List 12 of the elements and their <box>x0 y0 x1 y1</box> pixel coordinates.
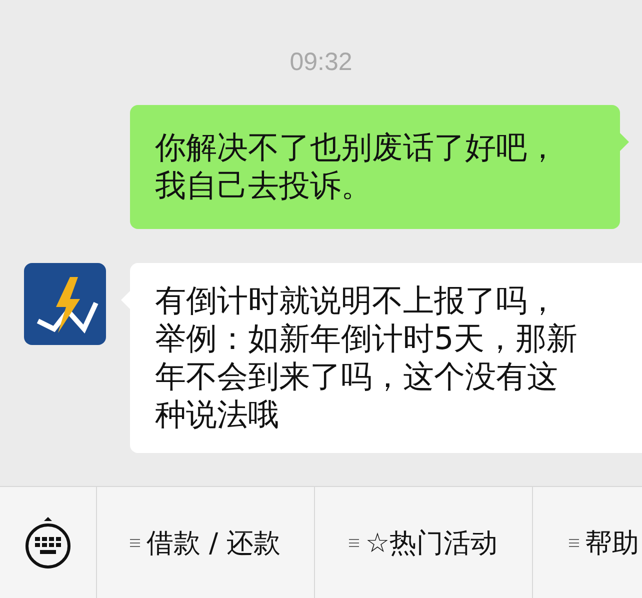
avatar-icon <box>24 263 106 345</box>
bubble-tail <box>620 133 629 151</box>
timestamp: 09:32 <box>290 48 352 77</box>
message-bubble: 你解决不了也别废话了好吧，我自己去投诉。 <box>130 105 620 229</box>
menu-item[interactable]: ☆热门活动 <box>365 524 498 560</box>
menu-item[interactable]: 借款 / 还款 <box>146 524 281 560</box>
message-bubble: 有倒计时就说明不上报了吗，举例：如新年倒计时5天，那新年不会到来了吗，这个没有这种说法哦 <box>130 263 642 453</box>
keyboard-icon[interactable] <box>23 514 73 570</box>
menu-item[interactable]: 帮助 <box>585 524 639 560</box>
menu-icon <box>569 538 579 548</box>
menu-icon <box>349 538 360 548</box>
menu-icon <box>130 538 140 548</box>
